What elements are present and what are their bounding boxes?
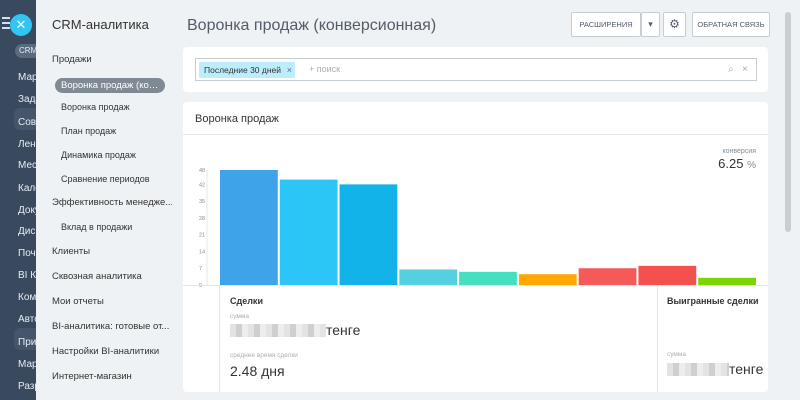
- menu-item-active[interactable]: Воронка продаж (кон...: [55, 78, 165, 93]
- main-content: Воронка продаж (конверсионная) РАСШИРЕНИ…: [172, 0, 800, 400]
- won-deals-title: Выигранные сделки: [667, 296, 759, 306]
- filter-search-box[interactable]: Последние 30 дней × + поиск ⌕ ×: [195, 58, 757, 81]
- scrollbar[interactable]: [785, 12, 791, 232]
- rail-tag[interactable]: CRM: [15, 44, 36, 58]
- y-tick-label: 42: [199, 182, 205, 188]
- report-card: Воронка продаж конверсия 6.25 % 0 7 14 21 28…: [183, 102, 768, 392]
- menu-item[interactable]: Эффективность менедже...: [52, 197, 173, 208]
- menu-item[interactable]: Вклад в продажи: [61, 222, 132, 232]
- menu-item[interactable]: Клиенты: [52, 246, 90, 257]
- funnel-chart: 0 7 14 21 28 35 42 48: [199, 168, 756, 289]
- rail-item[interactable]: Дис: [0, 226, 36, 248]
- funnel-bar[interactable]: [698, 277, 756, 285]
- app-sidebar: ✕ CRM МарЗадаСовЛенМесКалеДокуДисПочтBI …: [0, 0, 36, 400]
- search-icon[interactable]: ⌕: [728, 64, 734, 75]
- rail-item[interactable]: Мар: [0, 359, 36, 381]
- funnel-bar[interactable]: [220, 170, 278, 285]
- rail-item[interactable]: Зада: [0, 94, 36, 116]
- search-input[interactable]: + поиск: [309, 64, 340, 74]
- deals-sum-value: тенге: [230, 322, 360, 338]
- y-tick-label: 28: [199, 216, 205, 222]
- y-tick-label: 48: [199, 168, 205, 174]
- menu-title: CRM-аналитика: [52, 17, 149, 32]
- page-title: Воронка продаж (конверсионная): [187, 17, 437, 34]
- y-tick-label: 35: [199, 199, 205, 205]
- deals-title: Сделки: [230, 296, 263, 306]
- deals-sum-label: сумма: [230, 313, 249, 320]
- filter-tag[interactable]: Последние 30 дней ×: [199, 62, 296, 78]
- rail-item[interactable]: Мар: [0, 72, 36, 94]
- extensions-button[interactable]: РАСШИРЕНИЯ: [571, 12, 641, 37]
- menu-item[interactable]: Сквозная аналитика: [52, 271, 142, 282]
- menu-item[interactable]: Мои отчеты: [52, 296, 104, 307]
- settings-gear-icon[interactable]: ⚙: [663, 12, 686, 37]
- funnel-bar[interactable]: [638, 265, 697, 285]
- divider: [183, 285, 768, 286]
- feedback-button[interactable]: ОБРАТНАЯ СВЯЗЬ: [692, 12, 770, 37]
- funnel-bar[interactable]: [518, 274, 577, 285]
- rail-item[interactable]: При: [0, 337, 36, 359]
- remove-tag-icon[interactable]: ×: [287, 62, 292, 78]
- rail-item[interactable]: Лен: [0, 139, 36, 161]
- menu-item[interactable]: Продажи: [52, 54, 92, 65]
- y-tick-label: 0: [199, 283, 202, 289]
- menu-item[interactable]: Сравнение периодов: [61, 174, 150, 184]
- rail-item[interactable]: Авто: [0, 314, 36, 336]
- filter-card: Последние 30 дней × + поиск ⌕ ×: [183, 47, 768, 92]
- avg-time-value: 2.48 дня: [230, 363, 285, 379]
- rail-item[interactable]: Сов: [0, 117, 36, 139]
- y-tick-label: 14: [199, 249, 205, 255]
- rail-item[interactable]: Кале: [0, 183, 36, 205]
- clear-filter-icon[interactable]: ×: [742, 64, 748, 75]
- y-tick-label: 7: [199, 266, 202, 272]
- funnel-bar[interactable]: [459, 271, 517, 285]
- rail-item[interactable]: BI Ко: [0, 270, 36, 292]
- funnel-bar[interactable]: [339, 184, 398, 285]
- funnel-bar[interactable]: [578, 268, 637, 285]
- filter-tag-label: Последние 30 дней: [204, 65, 282, 75]
- menu-item[interactable]: План продаж: [61, 126, 116, 136]
- rail-item[interactable]: Разр: [0, 381, 36, 400]
- divider: [657, 285, 658, 392]
- menu-item[interactable]: Воронка продаж: [61, 102, 130, 112]
- avg-time-label: среднее время сделки: [230, 352, 298, 359]
- rail-item[interactable]: Доку: [0, 205, 36, 227]
- rail-item[interactable]: Ком: [0, 292, 36, 314]
- hidden-amount: [667, 363, 729, 376]
- extensions-dropdown-icon[interactable]: ▾: [641, 12, 660, 37]
- funnel-bar[interactable]: [399, 269, 458, 285]
- menu-item[interactable]: Динамика продаж: [61, 150, 136, 160]
- menu-item[interactable]: Интернет-магазин: [52, 371, 132, 382]
- y-tick-label: 21: [199, 233, 205, 239]
- close-icon[interactable]: ✕: [10, 14, 32, 36]
- menu-item[interactable]: Настройки BI-аналитики: [52, 346, 159, 357]
- won-sum-label: сумма: [667, 351, 686, 358]
- funnel-bar[interactable]: [279, 179, 338, 285]
- rail-item[interactable]: Мес: [0, 160, 36, 182]
- hamburger-icon[interactable]: [2, 17, 10, 33]
- menu-item[interactable]: BI-аналитика: готовые от...: [52, 321, 169, 332]
- rail-item[interactable]: Почт: [0, 248, 36, 270]
- won-sum-value: тенге: [667, 361, 763, 377]
- crm-analytics-menu: CRM-аналитика Продажи Воронка продаж (кон…: [36, 0, 173, 400]
- divider: [219, 285, 220, 392]
- hidden-amount: [230, 324, 326, 337]
